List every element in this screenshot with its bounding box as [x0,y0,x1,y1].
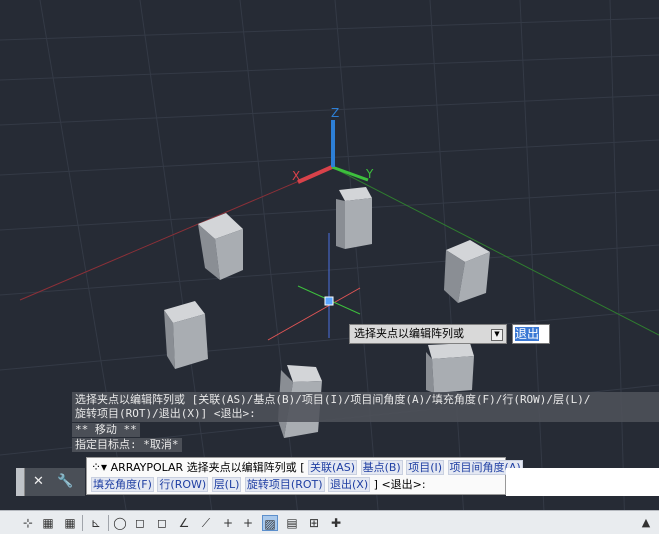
polar-tracking-icon[interactable]: ◯ [112,515,128,531]
dynamic-input-field[interactable]: 退出 [512,324,550,344]
angle-icon[interactable]: ∠ [176,515,192,531]
history-block: 选择夹点以编辑阵列或 [关联(AS)/基点(B)/项目(I)/项目间角度(A)/… [72,392,659,422]
ortho-icon[interactable]: ⊾ [88,515,104,531]
dynamic-input-prompt[interactable]: 选择夹点以编辑阵列或 ▼ [349,324,507,344]
x-axis-line [19,166,333,301]
ucs-icon[interactable]: X Y Z [292,106,374,184]
transparency-icon[interactable]: ▨ [262,515,278,531]
grid-display-icon[interactable]: ▦ [40,515,56,531]
history-line: 旋转项目(ROT)/退出(X)] <退出>: [75,407,256,420]
object-snap-icon[interactable]: ◻ [132,515,148,531]
array-item[interactable] [426,343,474,393]
array-item[interactable] [198,213,243,280]
x-axis-label: X [292,169,300,183]
option-rotate-items[interactable]: 旋转项目(ROT) [244,477,325,492]
center-grip [324,296,334,306]
3d-snap-icon[interactable]: ◻ [154,515,170,531]
z-axis-label: Z [331,106,339,120]
history-line: ** 移动 ** [72,423,140,437]
y-axis-line [331,166,659,336]
selection-cycling-icon[interactable]: ⊞ [306,515,322,531]
option-levels[interactable]: 层(L) [211,477,242,492]
command-line-right-area [506,468,659,496]
y-axis-label: Y [365,167,374,181]
option-items[interactable]: 项目(I) [406,460,445,475]
default-option: <退出>: [381,478,426,491]
command-input[interactable]: ⁘▾ ARRAYPOLAR 选择夹点以编辑阵列或 [ 关联(AS) 基点(B) … [86,457,523,495]
grid-snap-icon[interactable]: ▦ [62,515,78,531]
bracket: [ [300,461,305,474]
dynamic-input-icon[interactable]: + [220,515,236,531]
close-icon[interactable]: ✕ [33,474,44,489]
command-prompt: 选择夹点以编辑阵列或 [186,461,297,474]
crosshair-cursor [267,233,361,341]
separator [108,515,109,531]
lineweight-icon[interactable]: + [240,515,256,531]
wrench-icon[interactable]: 🔧 [57,474,73,489]
dynamic-ucs-icon[interactable]: ⟋ [198,515,214,531]
bracket: ] [373,478,378,491]
status-bar-menu-icon[interactable]: ▲ [638,515,654,531]
dynamic-input-prompt-text: 选择夹点以编辑阵列或 [354,327,464,340]
history-line: 指定目标点: *取消* [72,438,182,452]
annotation-monitor-icon[interactable]: ✚ [328,515,344,531]
option-rows[interactable]: 行(ROW) [157,477,209,492]
drag-handle[interactable] [16,468,25,496]
dynamic-input-value: 退出 [515,327,540,341]
command-history: 选择夹点以编辑阵列或 [关联(AS)/基点(B)/项目(I)/项目间角度(A)/… [72,392,659,454]
array-item[interactable] [444,240,490,303]
option-exit[interactable]: 退出(X) [328,477,371,492]
command-line-panel: ✕ 🔧 ⁘▾ ARRAYPOLAR 选择夹点以编辑阵列或 [ 关联(AS) 基点… [16,457,659,496]
status-bar: ⊹ ▦ ▦ ⊾ ◯ ◻ ◻ ∠ ⟋ + + ▨ ▤ ⊞ ✚ ▲ [0,510,659,534]
array-item[interactable] [164,301,208,369]
command-name: ARRAYPOLAR [110,461,184,474]
dropdown-arrow-icon[interactable]: ▼ [491,329,503,341]
array-item[interactable] [336,187,372,249]
history-line: 选择夹点以编辑阵列或 [关联(AS)/基点(B)/项目(I)/项目间角度(A)/… [75,393,591,406]
command-icon: ⁘▾ [91,460,108,474]
command-line-controls: ✕ 🔧 [25,468,85,496]
snap-mode-icon[interactable]: ⊹ [20,515,36,531]
option-associative[interactable]: 关联(AS) [307,460,358,475]
separator [82,515,83,531]
quick-properties-icon[interactable]: ▤ [284,515,300,531]
option-base-point[interactable]: 基点(B) [360,460,403,475]
option-fill-angle[interactable]: 填充角度(F) [91,477,154,492]
